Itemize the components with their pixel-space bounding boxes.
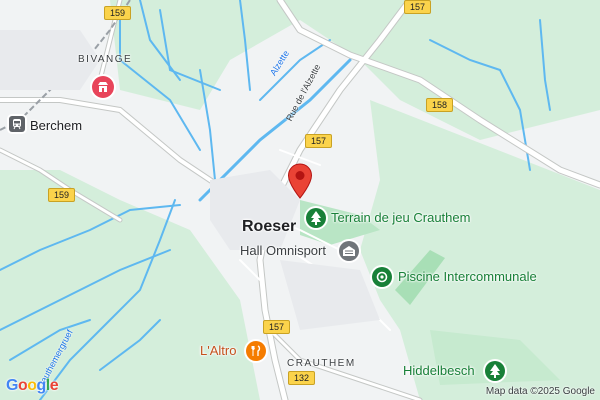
location-pin-icon[interactable] (287, 163, 313, 199)
map-canvas[interactable]: 159 157 158 157 159 157 132 Alzette Crau… (0, 0, 600, 400)
road-shield-132: 132 (288, 371, 316, 385)
poi-label-terrain-de-jeu[interactable]: Terrain de jeu Crauthem (331, 210, 470, 225)
park-tree-icon[interactable] (306, 208, 326, 228)
poi-label-piscine[interactable]: Piscine Intercommunale (398, 269, 537, 284)
road-shield-159-west: 159 (48, 188, 76, 202)
park-tree-icon[interactable] (485, 361, 505, 381)
road-shield-157-mid: 157 (305, 134, 333, 148)
poi-label-laltro[interactable]: L'Altro (200, 343, 236, 358)
place-label-roeser[interactable]: Roeser (242, 218, 296, 236)
place-label-crauthem: CRAUTHEM (287, 358, 356, 369)
poi-label-hall-omnisport[interactable]: Hall Omnisport (240, 243, 326, 258)
train-station-icon[interactable] (9, 116, 25, 132)
road-shield-157-north: 157 (404, 0, 432, 14)
road-shield-157-south: 157 (263, 320, 291, 334)
swimming-pool-icon[interactable] (372, 267, 392, 287)
sports-hall-icon[interactable] (339, 241, 359, 261)
map-attribution[interactable]: Map data ©2025 Google (486, 386, 595, 397)
place-label-bivange: BIVANGE (78, 54, 133, 65)
place-label-berchem: Berchem (30, 118, 83, 133)
google-logo: Google (6, 377, 59, 394)
store-icon[interactable] (92, 76, 114, 98)
road-shield-159-north: 159 (104, 6, 132, 20)
road-shield-158: 158 (426, 98, 454, 112)
poi-label-hiddelbesch[interactable]: Hiddelbesch (403, 363, 475, 378)
restaurant-icon[interactable] (246, 341, 266, 361)
